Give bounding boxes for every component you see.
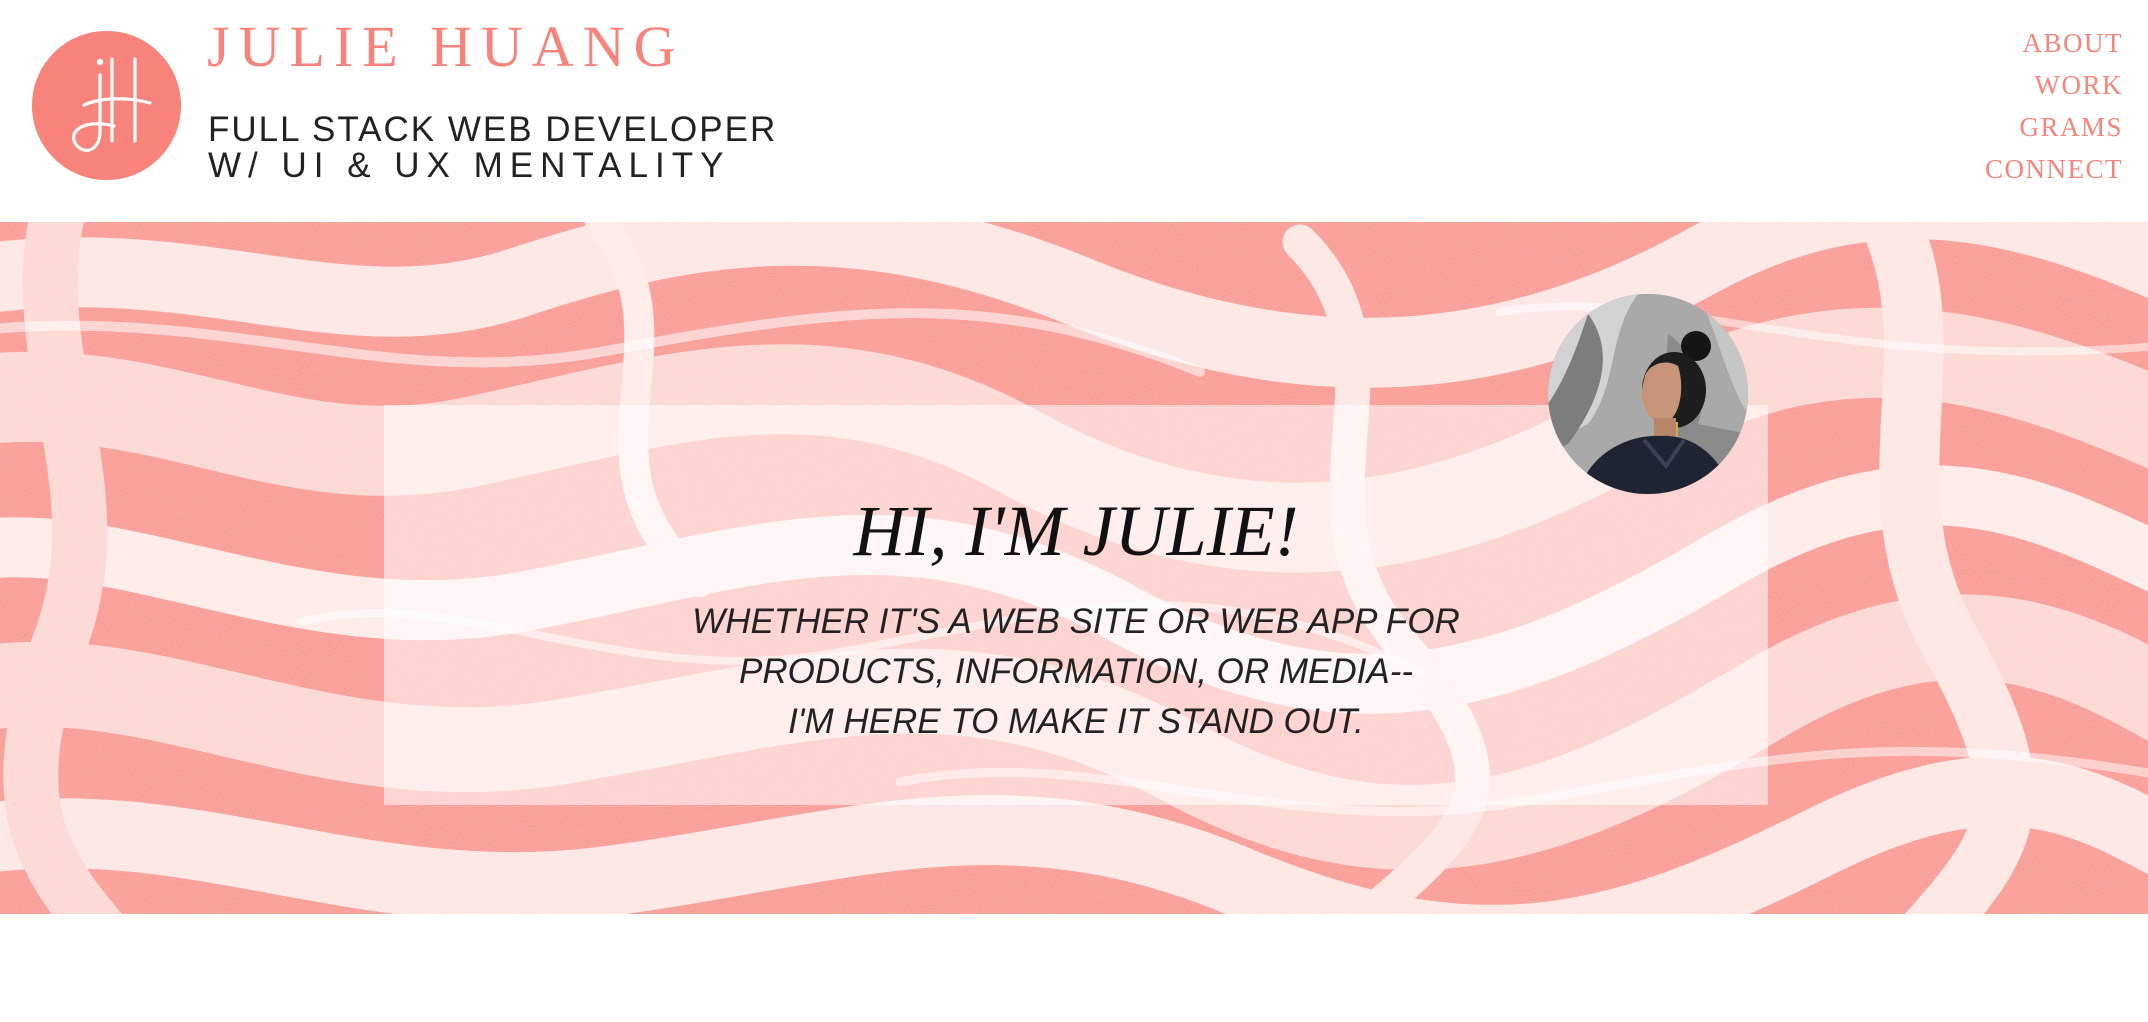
intro-text-line-3: I'M HERE TO MAKE IT STAND OUT.: [788, 702, 1364, 741]
profile-photo-image: [1548, 294, 1748, 494]
nav-item-grams[interactable]: GRAMS: [1985, 106, 2123, 148]
main-nav: ABOUT WORK GRAMS CONNECT: [1985, 22, 2123, 190]
greeting-heading: HI, I'M JULIE!: [853, 491, 1299, 571]
intro-text-line-1: WHETHER IT'S A WEB SITE OR WEB APP FOR: [692, 602, 1460, 641]
nav-item-work[interactable]: WORK: [1985, 64, 2123, 106]
jh-monogram-icon: [32, 31, 181, 180]
jh-monogram-logo[interactable]: [32, 31, 181, 180]
profile-photo: [1548, 294, 1748, 494]
nav-item-connect[interactable]: CONNECT: [1985, 148, 2123, 190]
intro-text-line-2: PRODUCTS, INFORMATION, OR MEDIA--: [738, 652, 1414, 691]
intro-panel: HI, I'M JULIE! WHETHER IT'S A WEB SITE O…: [384, 405, 1768, 805]
tagline-line-2: W/ UI & UX MENTALITY: [208, 146, 731, 185]
intro-text: WHETHER IT'S A WEB SITE OR WEB APP FOR P…: [384, 597, 1768, 747]
site-header: JULIE HUANG FULL STACK WEB DEVELOPER W/ …: [0, 0, 2148, 222]
hero-section: HI, I'M JULIE! WHETHER IT'S A WEB SITE O…: [0, 222, 2148, 914]
tagline-line-1: FULL STACK WEB DEVELOPER: [208, 110, 778, 149]
site-title[interactable]: JULIE HUANG: [207, 18, 685, 76]
nav-item-about[interactable]: ABOUT: [1985, 22, 2123, 64]
